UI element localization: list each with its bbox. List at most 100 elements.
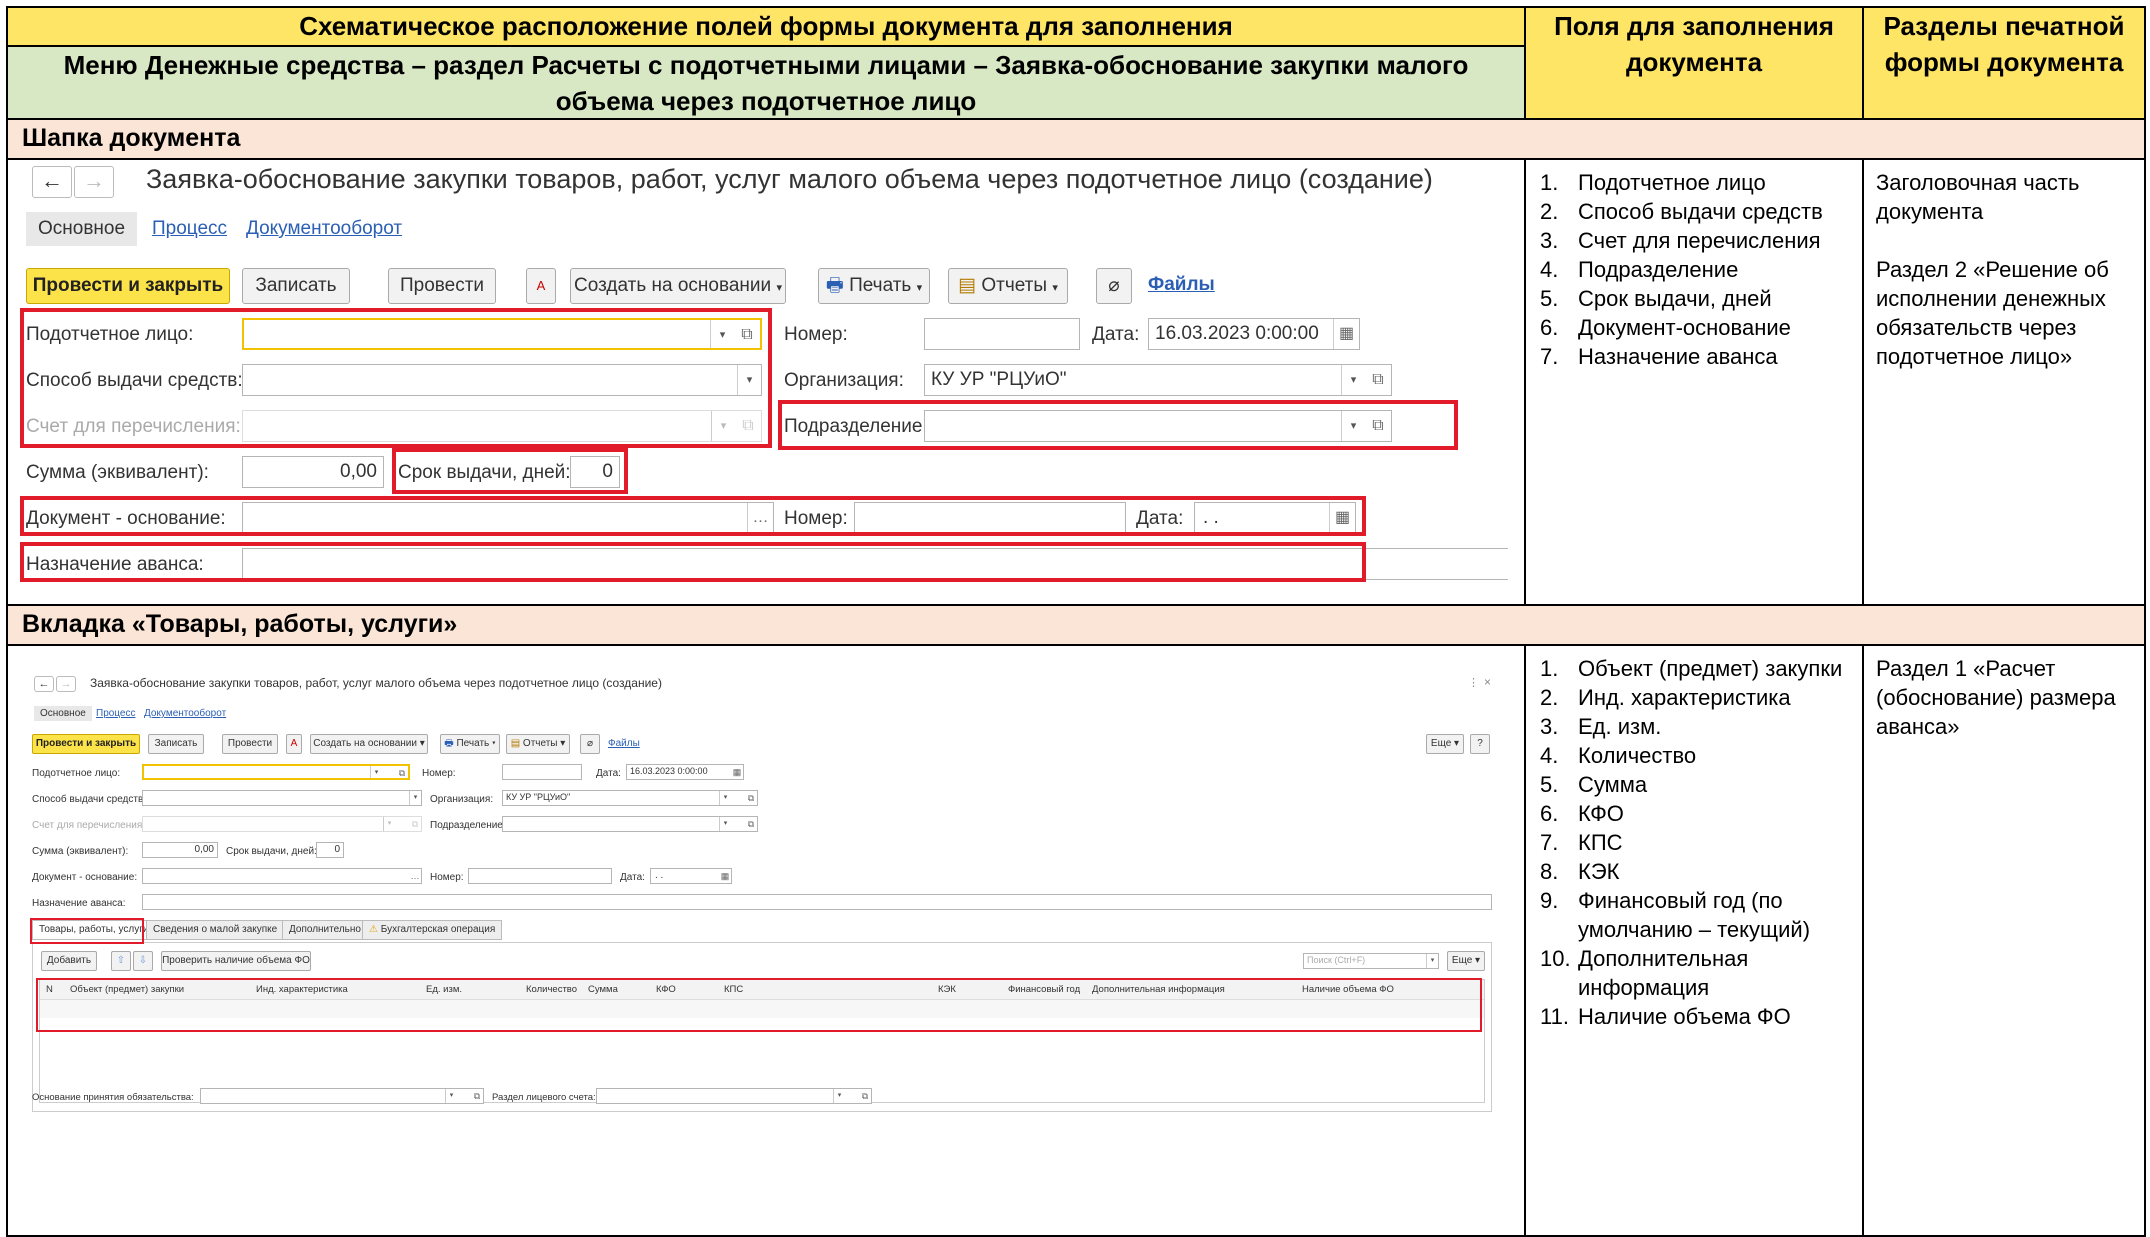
back-button[interactable]: ←: [32, 166, 72, 198]
section2-print-cell: Раздел 1 «Расчет (обоснование) размера а…: [1864, 646, 2144, 1235]
chevron-down-icon: ▾: [776, 282, 782, 294]
tab-process[interactable]: Процесс: [96, 708, 136, 719]
organization-field[interactable]: КУ УР "РЦУиО" ▾ ⧉: [924, 364, 1392, 396]
sum-field[interactable]: 0,00: [242, 456, 384, 488]
attach-button[interactable]: ⌀: [580, 734, 600, 754]
account-label: Счет для перечисления:: [32, 820, 146, 831]
number-field[interactable]: [502, 764, 582, 780]
print-button[interactable]: 🖶 Печать ▾: [818, 268, 930, 304]
chevron-down-icon[interactable]: ▾: [409, 791, 421, 805]
post-and-close-button[interactable]: Провести и закрыть: [32, 734, 140, 754]
close-icon[interactable]: ×: [1484, 675, 1491, 689]
chevron-down-icon[interactable]: ▾: [833, 1089, 845, 1103]
purpose-label: Назначение аванса:: [32, 898, 126, 909]
payment-method-field[interactable]: ▾: [142, 790, 422, 806]
save-button[interactable]: Записать: [148, 734, 204, 754]
files-link[interactable]: Файлы: [608, 738, 640, 749]
more-button[interactable]: Еще ▾: [1426, 734, 1464, 754]
basis-number-field[interactable]: [468, 868, 612, 884]
files-link[interactable]: Файлы: [1148, 274, 1215, 296]
chevron-down-icon[interactable]: ▾: [1341, 365, 1365, 395]
open-icon[interactable]: ⧉: [859, 1089, 871, 1103]
tab-docflow[interactable]: Документооборот: [144, 708, 226, 719]
list-item: 5. Срок выдачи, дней: [1540, 284, 1862, 313]
account-field[interactable]: ▾ ⧉: [142, 816, 422, 832]
tab-small-purchase[interactable]: Сведения о малой закупке: [146, 920, 285, 940]
attach-button[interactable]: ⌀: [1096, 268, 1132, 304]
list-item-number: 1.: [1540, 656, 1559, 681]
forward-button[interactable]: →: [56, 676, 76, 692]
sum-field[interactable]: 0,00: [142, 842, 218, 858]
tab-main[interactable]: Основное: [34, 706, 92, 721]
tab-additional[interactable]: Дополнительно: [282, 920, 368, 940]
check-fo-button[interactable]: Проверить наличие объема ФО: [161, 951, 311, 971]
basis-doc-field[interactable]: …: [142, 868, 422, 884]
accountable-field[interactable]: ▾ ⧉: [142, 764, 410, 780]
reports-button[interactable]: ▤ Отчеты ▾: [506, 734, 570, 754]
tab-accounting[interactable]: ⚠ Бухгалтерская операция: [362, 920, 503, 940]
chevron-down-icon[interactable]: ▾: [719, 817, 731, 831]
purpose-field[interactable]: [142, 894, 1492, 910]
form-title: Заявка-обоснование закупки товаров, рабо…: [146, 164, 1433, 194]
basis-number-label: Номер:: [430, 872, 464, 883]
tab-docflow[interactable]: Документооборот: [246, 218, 402, 240]
post-and-close-button[interactable]: Провести и закрыть: [26, 268, 230, 304]
chevron-down-icon[interactable]: ▾: [719, 791, 731, 805]
move-down-button[interactable]: ⇩: [133, 951, 153, 971]
account-section-field[interactable]: ▾ ⧉: [596, 1088, 872, 1104]
chevron-down-icon[interactable]: ▾: [1426, 954, 1438, 968]
date-field[interactable]: 16.03.2023 0:00:00 ▦: [626, 764, 744, 780]
table-search-field[interactable]: Поиск (Ctrl+F) ▾: [1303, 953, 1439, 969]
open-icon[interactable]: ⧉: [396, 766, 408, 778]
calendar-icon[interactable]: ▦: [719, 869, 731, 883]
chevron-down-icon: ▾: [492, 738, 496, 749]
department-field[interactable]: ▾ ⧉: [502, 816, 758, 832]
tab-process[interactable]: Процесс: [152, 218, 227, 240]
open-icon[interactable]: ⧉: [745, 817, 757, 831]
post-button[interactable]: Провести: [388, 268, 496, 304]
chevron-down-icon[interactable]: ▾: [445, 1089, 457, 1103]
help-button[interactable]: ?: [1470, 734, 1490, 754]
print-label: Печать: [456, 738, 490, 749]
back-button[interactable]: ←: [34, 676, 54, 692]
list-item-number: 2.: [1540, 685, 1559, 710]
list-item-text: КПС: [1578, 830, 1623, 855]
organization-field[interactable]: КУ УР "РЦУиО" ▾ ⧉: [502, 790, 758, 806]
more-options-icon[interactable]: ⋮: [1468, 676, 1479, 689]
basis-obligation-field[interactable]: ▾ ⧉: [200, 1088, 484, 1104]
open-icon[interactable]: ⧉: [1365, 365, 1391, 395]
organization-label: Организация:: [430, 794, 494, 805]
print-button[interactable]: 🖶 Печать ▾: [440, 734, 500, 754]
tab-main[interactable]: Основное: [26, 212, 138, 246]
chevron-down-icon[interactable]: ▾: [383, 817, 395, 831]
move-up-button[interactable]: ⇧: [111, 951, 131, 971]
create-based-button[interactable]: Создать на основании ▾: [570, 268, 786, 304]
document-form-small: ← → Заявка-обоснование закупки товаров, …: [30, 666, 1500, 1126]
list-item-number: 4.: [1540, 743, 1559, 768]
create-based-button[interactable]: Создать на основании ▾: [310, 734, 428, 754]
chevron-down-icon[interactable]: ▾: [370, 766, 382, 778]
select-icon[interactable]: …: [409, 869, 421, 883]
list-item-number: 6.: [1540, 315, 1559, 340]
open-icon[interactable]: ⧉: [471, 1089, 483, 1103]
open-icon[interactable]: ⧉: [745, 791, 757, 805]
list-item: 3. Ед. изм.: [1540, 712, 1862, 741]
term-field[interactable]: 0: [316, 842, 344, 858]
print-section-header-part: Заголовочная часть документа: [1876, 170, 2080, 224]
save-button[interactable]: Записать: [242, 268, 350, 304]
spell-check-button[interactable]: A: [286, 734, 302, 754]
table-more-button[interactable]: Еще ▾: [1447, 951, 1485, 971]
calendar-icon[interactable]: ▦: [731, 765, 743, 779]
reports-button[interactable]: ▤ Отчеты ▾: [948, 268, 1068, 304]
table-search-placeholder: Поиск (Ctrl+F): [1307, 955, 1366, 965]
reports-label: Отчеты: [981, 275, 1048, 296]
basis-date-field[interactable]: . . ▦: [650, 868, 732, 884]
forward-button[interactable]: →: [74, 166, 114, 198]
post-button[interactable]: Провести: [222, 734, 278, 754]
number-field[interactable]: [924, 318, 1080, 350]
date-field[interactable]: 16.03.2023 0:00:00 ▦: [1148, 318, 1360, 350]
add-button[interactable]: Добавить: [41, 951, 97, 971]
calendar-icon[interactable]: ▦: [1333, 319, 1359, 349]
open-icon[interactable]: ⧉: [409, 817, 421, 831]
spell-check-button[interactable]: A: [526, 268, 556, 304]
